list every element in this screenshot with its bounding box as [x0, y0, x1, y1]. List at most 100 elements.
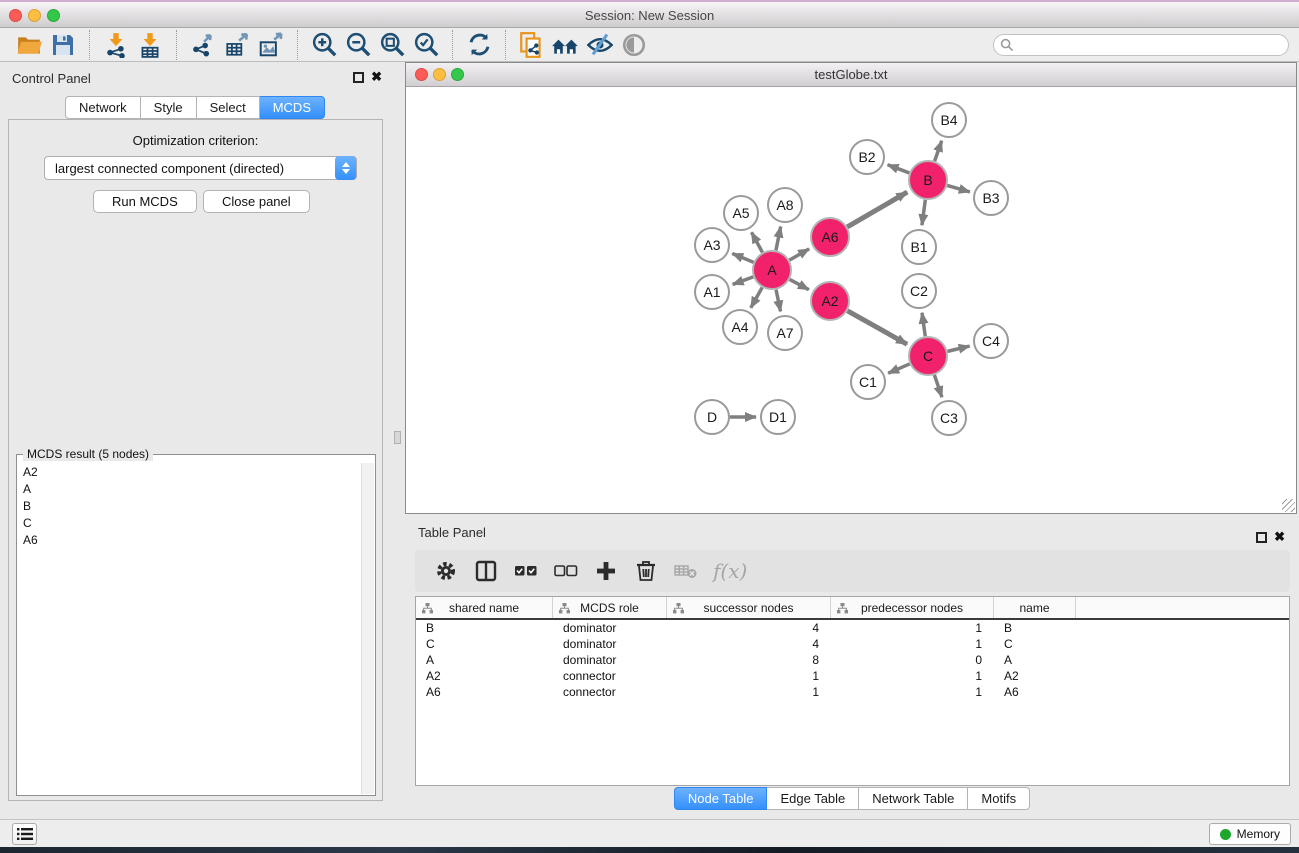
table-cell[interactable]: A	[416, 652, 553, 668]
table-cell[interactable]: 1	[667, 684, 831, 700]
table-cell[interactable]: 1	[667, 668, 831, 684]
tab-select[interactable]: Select	[197, 96, 260, 119]
tab-network-table[interactable]: Network Table	[859, 787, 968, 810]
tab-style[interactable]: Style	[141, 96, 197, 119]
export-network-icon[interactable]	[186, 30, 220, 60]
network-canvas[interactable]: B4B2BB3A8A5A6A3B1AC2A1A2A4A7C4CC1C3DD1	[406, 87, 1296, 513]
zoom-fit-icon[interactable]	[375, 30, 409, 60]
column-header-successor-nodes[interactable]: successor nodes	[667, 597, 831, 618]
tab-edge-table[interactable]: Edge Table	[767, 787, 859, 810]
table-cell[interactable]: 8	[667, 652, 831, 668]
table-cell[interactable]: 1	[831, 620, 994, 636]
close-panel-button[interactable]: Close panel	[203, 190, 310, 213]
graph-node-A[interactable]: A	[753, 251, 791, 289]
tab-motifs[interactable]: Motifs	[968, 787, 1030, 810]
export-image-icon[interactable]	[254, 30, 288, 60]
add-row-icon[interactable]	[593, 558, 619, 584]
search-input[interactable]	[993, 34, 1289, 56]
graph-edge-A-A4[interactable]	[751, 287, 762, 307]
network-graph[interactable]: B4B2BB3A8A5A6A3B1AC2A1A2A4A7C4CC1C3DD1	[406, 87, 1296, 513]
table-cell[interactable]: A	[994, 652, 1076, 668]
graph-edge-A-A6[interactable]	[789, 249, 809, 260]
graph-node-C1[interactable]: C1	[851, 365, 885, 399]
graph-edge-A-A8[interactable]	[776, 227, 781, 251]
first-neighbors-icon[interactable]	[549, 30, 583, 60]
graph-node-C3[interactable]: C3	[932, 401, 966, 435]
tab-mcds[interactable]: MCDS	[260, 96, 325, 119]
graph-edge-A-A5[interactable]	[752, 232, 763, 252]
splitter-grip[interactable]	[394, 431, 401, 444]
graph-node-C[interactable]: C	[909, 337, 947, 375]
mcds-result-item[interactable]: A6	[19, 532, 359, 549]
graph-node-A8[interactable]: A8	[768, 188, 802, 222]
graph-edge-A-A1[interactable]	[733, 277, 754, 285]
mcds-result-item[interactable]: B	[19, 497, 359, 514]
hide-selected-icon[interactable]	[583, 30, 617, 60]
graph-node-B3[interactable]: B3	[974, 181, 1008, 215]
graph-node-A6[interactable]: A6	[811, 218, 849, 256]
table-cell[interactable]: A6	[416, 684, 553, 700]
graph-node-B2[interactable]: B2	[850, 140, 884, 174]
optimization-criterion-select[interactable]: largest connected component (directed)	[44, 156, 357, 180]
table-cell[interactable]: connector	[553, 684, 667, 700]
graph-node-A5[interactable]: A5	[724, 196, 758, 230]
clone-network-icon[interactable]	[515, 30, 549, 60]
float-panel-icon[interactable]	[1256, 532, 1267, 543]
graph-node-A3[interactable]: A3	[695, 228, 729, 262]
import-table-icon[interactable]	[133, 30, 167, 60]
tab-node-table[interactable]: Node Table	[674, 787, 768, 810]
table-row[interactable]: Cdominator41C	[416, 636, 1289, 652]
table-cell[interactable]: 1	[831, 668, 994, 684]
table-cell[interactable]: B	[994, 620, 1076, 636]
zoom-out-icon[interactable]	[341, 30, 375, 60]
close-panel-icon[interactable]: ✖	[1274, 529, 1285, 545]
mcds-result-item[interactable]: C	[19, 515, 359, 532]
save-session-icon[interactable]	[46, 30, 80, 60]
float-panel-icon[interactable]	[353, 72, 364, 83]
graph-edge-C-C2[interactable]	[922, 313, 925, 336]
graph-edge-A2-C[interactable]	[847, 311, 907, 344]
refresh-icon[interactable]	[462, 30, 496, 60]
graph-edge-C-C4[interactable]	[947, 346, 969, 351]
table-cell[interactable]: dominator	[553, 636, 667, 652]
close-panel-icon[interactable]: ✖	[371, 69, 382, 85]
window-resize-grip[interactable]	[1282, 499, 1295, 512]
delete-row-icon[interactable]	[633, 558, 659, 584]
table-row[interactable]: Adominator80A	[416, 652, 1289, 668]
table-cell[interactable]: 1	[831, 684, 994, 700]
graph-edge-A-A3[interactable]	[732, 253, 753, 262]
import-network-icon[interactable]	[99, 30, 133, 60]
show-all-icon[interactable]	[617, 30, 651, 60]
mcds-result-list[interactable]: A2ABCA6	[19, 463, 359, 793]
graph-edge-C-C1[interactable]	[888, 364, 909, 373]
tab-network[interactable]: Network	[65, 96, 141, 119]
column-header-name[interactable]: name	[994, 597, 1076, 618]
column-header-shared-name[interactable]: shared name	[416, 597, 553, 618]
table-cell[interactable]: 1	[831, 636, 994, 652]
table-row[interactable]: A2connector11A2	[416, 668, 1289, 684]
table-cell[interactable]: dominator	[553, 620, 667, 636]
table-row[interactable]: Bdominator41B	[416, 620, 1289, 636]
zoom-selected-icon[interactable]	[409, 30, 443, 60]
network-window-titlebar[interactable]: testGlobe.txt	[406, 63, 1296, 87]
graph-node-D[interactable]: D	[695, 400, 729, 434]
graph-node-A7[interactable]: A7	[768, 316, 802, 350]
table-cell[interactable]: 4	[667, 636, 831, 652]
graph-edge-C-C3[interactable]	[934, 375, 942, 397]
graph-node-A2[interactable]: A2	[811, 282, 849, 320]
graph-edge-A-A7[interactable]	[776, 290, 781, 312]
graph-node-A4[interactable]: A4	[723, 310, 757, 344]
table-cell[interactable]: B	[416, 620, 553, 636]
mcds-result-item[interactable]: A	[19, 480, 359, 497]
table-cell[interactable]: C	[994, 636, 1076, 652]
graph-node-B[interactable]: B	[909, 161, 947, 199]
delete-table-icon[interactable]	[673, 558, 699, 584]
table-cell[interactable]: 0	[831, 652, 994, 668]
graph-edge-B-B4[interactable]	[935, 141, 942, 161]
graph-edge-A-A2[interactable]	[790, 279, 809, 289]
task-history-button[interactable]	[12, 823, 37, 845]
table-cell[interactable]: connector	[553, 668, 667, 684]
table-cell[interactable]: 4	[667, 620, 831, 636]
graph-edge-A6-B[interactable]	[847, 192, 907, 227]
table-cell[interactable]: A2	[416, 668, 553, 684]
